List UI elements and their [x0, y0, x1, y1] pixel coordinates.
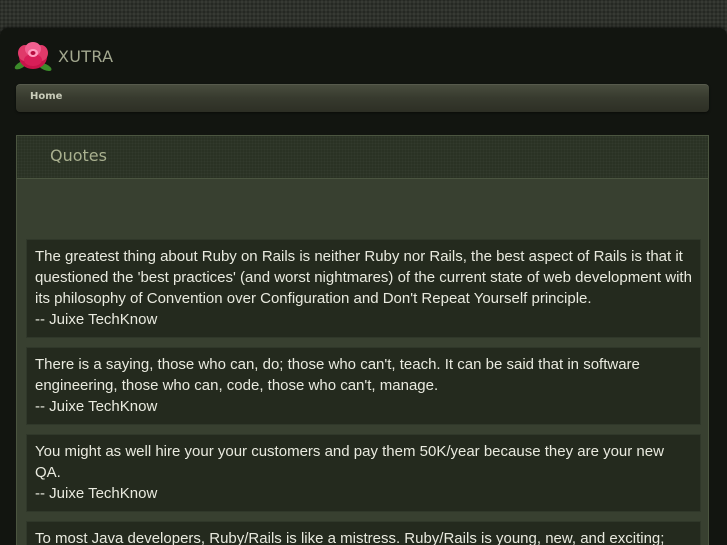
nav-bar: Home — [16, 84, 709, 112]
page-container: XUTRA Home Quotes The greatest thing abo… — [0, 28, 727, 545]
content-panel: Quotes The greatest thing about Ruby on … — [16, 135, 709, 545]
section-title: Quotes — [50, 146, 107, 165]
nav-home-link[interactable]: Home — [30, 91, 62, 102]
quote-author: -- Juixe TechKnow — [35, 398, 158, 415]
quote-text: You might as well hire your your custome… — [35, 443, 664, 481]
quote-text: There is a saying, those who can, do; th… — [35, 356, 640, 394]
quote-item: The greatest thing about Ruby on Rails i… — [26, 239, 701, 338]
quote-author: -- Juixe TechKnow — [35, 311, 158, 328]
quote-item: To most Java developers, Ruby/Rails is l… — [26, 521, 701, 545]
quote-text: To most Java developers, Ruby/Rails is l… — [35, 530, 665, 545]
quote-author: -- Juixe TechKnow — [35, 485, 158, 502]
rose-flower-icon[interactable] — [12, 36, 54, 76]
quote-item: There is a saying, those who can, do; th… — [26, 347, 701, 425]
site-header: XUTRA — [12, 36, 113, 76]
section-header: Quotes — [17, 136, 708, 179]
quote-text: The greatest thing about Ruby on Rails i… — [35, 248, 692, 307]
quote-item: You might as well hire your your custome… — [26, 434, 701, 512]
quote-list: The greatest thing about Ruby on Rails i… — [26, 239, 701, 545]
site-name[interactable]: XUTRA — [58, 47, 113, 66]
